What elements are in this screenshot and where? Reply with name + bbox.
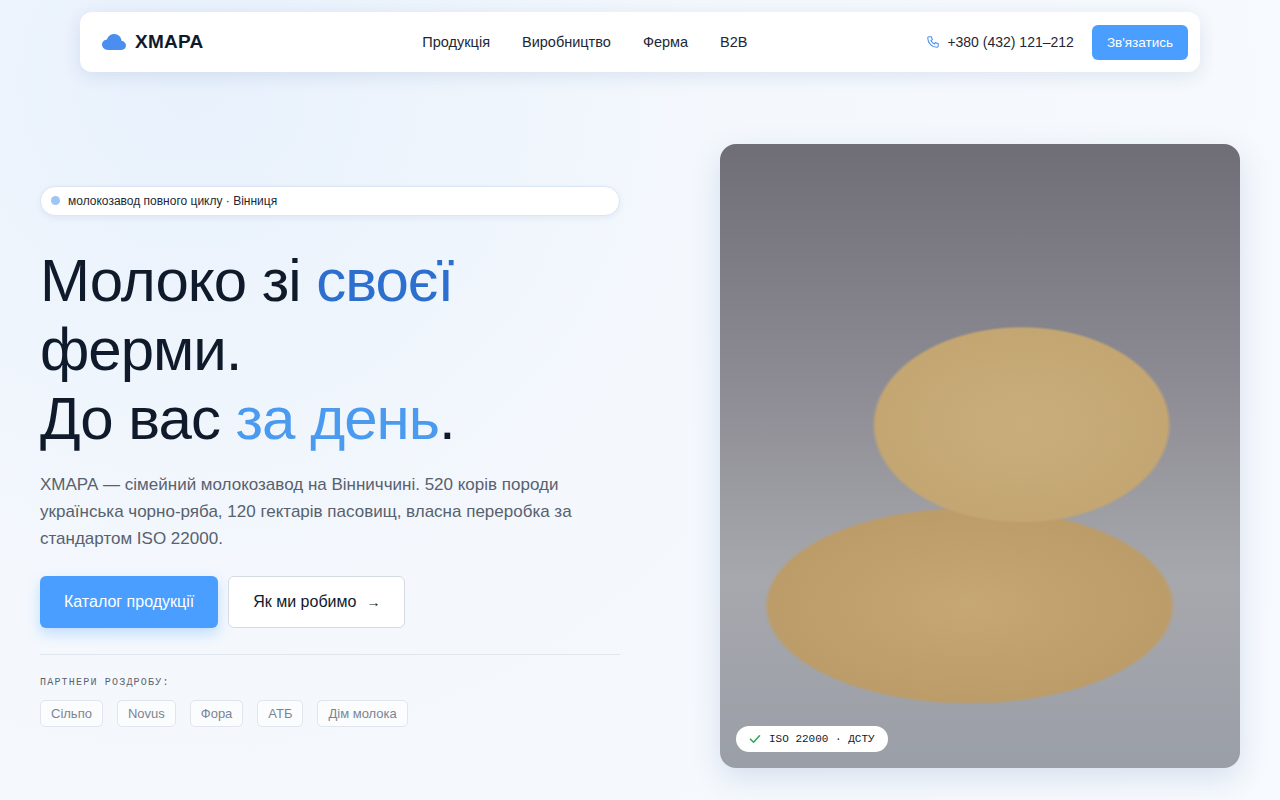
hero-content: молокозавод повного циклу · Вінниця Молок… (40, 186, 620, 727)
partner-chip: Фора (190, 700, 244, 727)
partner-chip: АТБ (257, 700, 303, 727)
hero-description: ХМАРА — сімейний молокозавод на Вінниччи… (40, 471, 620, 552)
partners-label: ПАРТНЕРИ РОЗДРОБУ: (40, 677, 620, 688)
iso-badge-text: ISO 22000 · ДСТУ (769, 733, 875, 745)
logo-text: ХМАРА (135, 31, 203, 53)
nav-item[interactable]: Ферма (643, 34, 688, 50)
divider (40, 654, 620, 655)
title-segment: за день (236, 385, 439, 452)
title-segment: . (439, 385, 455, 452)
title-line: Молоко зі своєї (40, 246, 620, 315)
badge-dot (51, 196, 60, 205)
title-line: До вас за день. (40, 384, 620, 453)
cloud-icon (102, 34, 126, 50)
partner-chip: Дім молока (317, 700, 407, 727)
contact-button[interactable]: Зв'язатись (1092, 25, 1188, 60)
phone-text: +380 (432) 121–212 (947, 34, 1074, 50)
main-nav: Продукція Виробництво Ферма B2B (243, 34, 926, 50)
hero: молокозавод повного циклу · Вінниця Молок… (0, 72, 1280, 800)
page: ХМАРА Продукція Виробництво Ферма B2B +380 (4… (0, 0, 1280, 800)
partner-chip: Novus (117, 700, 176, 727)
badge-text: молокозавод повного циклу · Вінниця (68, 194, 277, 208)
arrow-icon: → (366, 594, 380, 610)
title-segment: своєї (316, 247, 453, 314)
partners-list: Сільпо Novus Фора АТБ Дім молока (40, 700, 620, 727)
hero-title: Молоко зі своєїферми.До вас за день. (40, 246, 620, 453)
contact: +380 (432) 121–212 Зв'язатись (926, 25, 1188, 60)
hero-buttons: Каталог продукції Як ми робимо → (40, 576, 620, 628)
catalog-button[interactable]: Каталог продукції (40, 576, 218, 628)
nav-item[interactable]: Виробництво (522, 34, 611, 50)
cheese-photo: ISO 22000 · ДСТУ (720, 144, 1240, 768)
nav-item[interactable]: Продукція (422, 34, 490, 50)
phone-link[interactable]: +380 (432) 121–212 (926, 34, 1074, 50)
partner-chip: Сільпо (40, 700, 103, 727)
check-icon (749, 733, 761, 745)
title-segment: До вас (40, 385, 236, 452)
nav-item[interactable]: B2B (720, 34, 747, 50)
logo[interactable]: ХМАРА (102, 31, 203, 53)
phone-icon (926, 35, 940, 49)
title-segment: Молоко зі (40, 247, 316, 314)
title-segment: ферми. (40, 316, 242, 383)
title-line: ферми. (40, 315, 620, 384)
header: ХМАРА Продукція Виробництво Ферма B2B +380 (4… (80, 12, 1200, 72)
hero-badge: молокозавод повного циклу · Вінниця (40, 186, 620, 216)
iso-badge: ISO 22000 · ДСТУ (736, 726, 888, 752)
button-label: Як ми робимо (253, 593, 356, 611)
how-we-work-button[interactable]: Як ми робимо → (228, 576, 405, 628)
